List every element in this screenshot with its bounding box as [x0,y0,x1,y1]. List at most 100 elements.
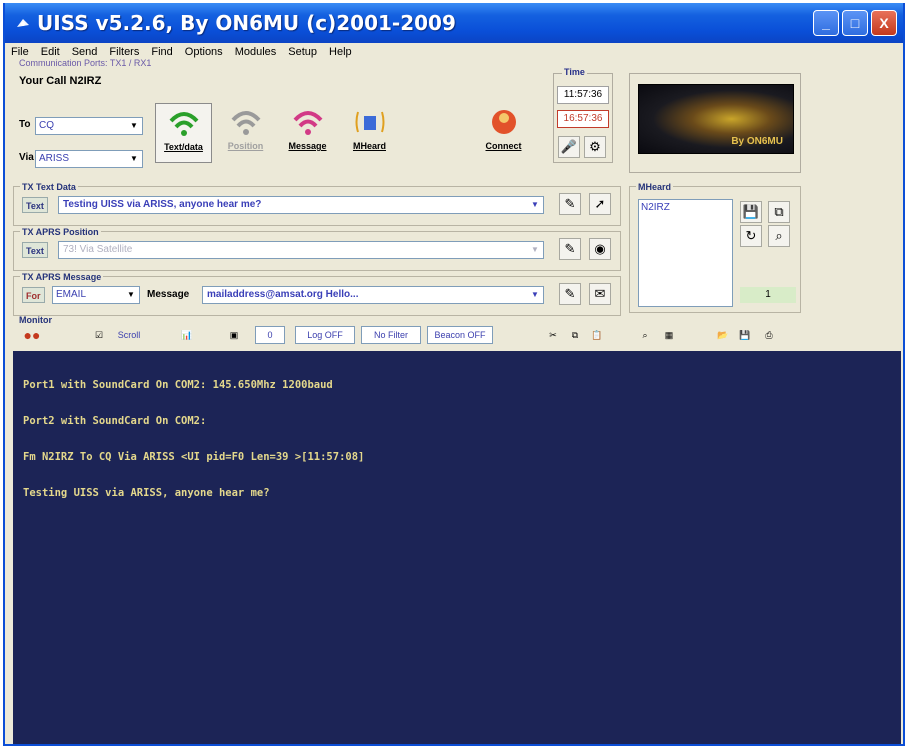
for-value: EMAIL [56,289,87,300]
message-button[interactable]: Message [279,103,336,163]
app-icon [17,19,29,27]
menu-modules[interactable]: Modules [235,46,277,58]
menu-help[interactable]: Help [329,46,352,58]
app-window: UISS v5.2.6, By ON6MU (c)2001-2009 _ □ X… [3,3,905,746]
edit-icon[interactable]: ✎ [559,283,581,305]
close-button[interactable]: X [871,10,897,36]
search-icon[interactable]: ⌕ [768,225,790,247]
for-label: For [22,287,45,303]
send-icon[interactable]: ➚ [589,193,611,215]
monitor-toolbar: Monitor ●● ☑ Scroll 📊 ▣ 0 Log OFF No Fil… [13,315,893,349]
chevron-down-icon[interactable]: ▼ [124,288,138,302]
mheard-button[interactable]: MHeard [341,103,398,163]
wireless-pink-icon [279,103,336,141]
local-time: 11:57:36 [557,86,609,104]
menu-find[interactable]: Find [151,46,172,58]
filter-toggle[interactable]: No Filter [361,326,421,344]
tx-aprs-position-input[interactable]: 73! Via Satellite ▼ [58,241,544,259]
mheard-entry[interactable]: N2IRZ [641,202,730,213]
tx-text-value: Testing UISS via ARISS, anyone hear me? [63,199,262,210]
chevron-down-icon[interactable]: ▼ [127,119,141,133]
to-combo[interactable]: CQ ▼ [35,117,143,135]
wireless-gray-icon [217,103,274,141]
message-field-label: Message [147,289,190,300]
menu-options[interactable]: Options [185,46,223,58]
message-input[interactable]: mailaddress@amsat.org Hello... ▼ [202,286,544,304]
tx-text-panel: TX Text Data Text Testing UISS via ARISS… [13,182,621,226]
scroll-checkbox[interactable]: ☑ [89,325,109,345]
log-toggle[interactable]: Log OFF [295,326,355,344]
position-button[interactable]: Position [217,103,274,163]
maximize-button[interactable]: □ [842,10,868,36]
time-panel: Time 11:57:36 16:57:36 🎤 ⚙ [553,67,613,163]
your-call-value: N2IRZ [69,75,102,87]
microphone-icon[interactable]: 🎤 [558,136,580,158]
refresh-icon[interactable]: ↻ [740,225,762,247]
chevron-down-icon[interactable]: ▼ [528,288,542,302]
save-icon[interactable]: 💾 [735,325,755,345]
mheard-title: MHeard [636,182,674,192]
chevron-down-icon[interactable]: ▼ [528,198,542,212]
tx-text-input[interactable]: Testing UISS via ARISS, anyone hear me? … [58,196,544,214]
clock-settings-icon[interactable]: ⚙ [584,136,606,158]
mheard-list[interactable]: N2IRZ [638,199,733,307]
connect-label: Connect [485,141,522,151]
copy-icon[interactable]: ⧉ [565,325,585,345]
tx-text-tag: Text [22,197,48,213]
for-combo[interactable]: EMAIL ▼ [52,286,140,304]
message-label: Message [288,141,327,151]
to-value: CQ [39,120,54,131]
monitor-line: Fm N2IRZ To CQ Via ARISS <UI pid=F0 Len=… [23,451,365,463]
chart-icon[interactable]: 📊 [169,325,205,345]
tx-aprs-position-panel: TX APRS Position Text 73! Via Satellite … [13,227,621,271]
tx-aprs-position-title: TX APRS Position [20,227,101,237]
menu-edit[interactable]: Edit [41,46,60,58]
counter-box[interactable]: 0 [255,326,285,344]
monitor-output[interactable]: Port1 with SoundCard On COM2: 145.650Mhz… [13,351,901,744]
your-call-label: Your Call [19,75,67,87]
via-combo[interactable]: ARISS ▼ [35,150,143,168]
chevron-down-icon[interactable]: ▼ [528,243,542,257]
text-data-button[interactable]: Text/data [155,103,212,163]
minimize-button[interactable]: _ [813,10,839,36]
globe-icon[interactable]: ◉ [589,238,611,260]
tx-aprs-position-value: 73! Via Satellite [63,244,133,255]
chevron-down-icon[interactable]: ▼ [127,152,141,166]
edit-icon[interactable]: ✎ [559,238,581,260]
scroll-label: Scroll [117,330,141,340]
connect-button[interactable]: Connect [475,103,532,163]
monitor-line: Port2 with SoundCard On COM2: [23,415,207,427]
menu-setup[interactable]: Setup [288,46,317,58]
monitor-title: Monitor [19,315,52,325]
save-icon[interactable]: 💾 [740,201,762,223]
record-icon[interactable]: ●● [17,325,47,345]
beacon-toggle[interactable]: Beacon OFF [427,326,493,344]
copy-icon[interactable]: ⧉ [768,201,790,223]
menu-file[interactable]: File [11,46,29,58]
envelope-icon[interactable]: ✉ [589,283,611,305]
comm-ports-label: Communication Ports: TX1 / RX1 [19,58,152,68]
tx-aprs-position-tag: Text [22,242,48,258]
window-icon[interactable]: ▣ [219,325,249,345]
find-icon[interactable]: ⌕ [635,325,655,345]
open-icon[interactable]: 📂 [713,325,733,345]
cut-icon[interactable]: ✂ [543,325,563,345]
edit-icon[interactable]: ✎ [559,193,581,215]
text-data-label: Text/data [164,142,203,152]
mheard-count: 1 [740,287,796,303]
monitor-line: Testing UISS via ARISS, anyone hear me? [23,487,270,499]
menu-send[interactable]: Send [72,46,98,58]
tx-aprs-message-panel: TX APRS Message For EMAIL ▼ Message mail… [13,272,621,316]
tx-aprs-message-title: TX APRS Message [20,272,104,282]
calendar-icon[interactable]: ▦ [659,325,679,345]
tx-text-title: TX Text Data [20,182,78,192]
time-label: Time [562,67,587,77]
menu-filters[interactable]: Filters [109,46,139,58]
print-icon[interactable]: ⎙ [759,325,779,345]
mheard-panel: MHeard N2IRZ 💾 ⧉ ↻ ⌕ 1 [629,182,801,313]
your-call: Your Call N2IRZ [19,75,101,87]
title-bar[interactable]: UISS v5.2.6, By ON6MU (c)2001-2009 _ □ X [5,3,903,43]
paste-icon[interactable]: 📋 [587,325,607,345]
window-controls: _ □ X [813,10,897,36]
message-value: mailaddress@amsat.org Hello... [207,289,359,300]
